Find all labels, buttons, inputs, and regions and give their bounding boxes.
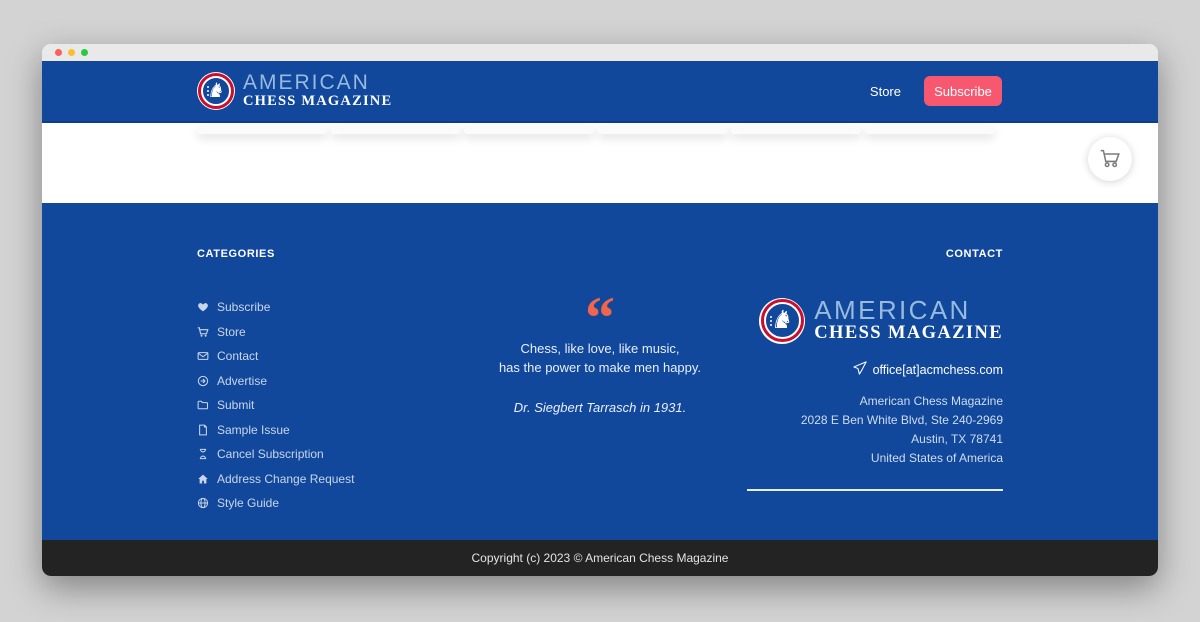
- heart-icon: [197, 301, 209, 313]
- address-line: United States of America: [747, 449, 1003, 468]
- product-card-edge[interactable]: [464, 125, 594, 134]
- contact-heading: CONTACT: [747, 248, 1003, 260]
- send-icon: [853, 361, 867, 378]
- hourglass-icon: [197, 448, 209, 460]
- brand-name-bottom: CHESS MAGAZINE: [243, 93, 392, 110]
- footer-category-label: Store: [217, 325, 246, 339]
- contact-email-link[interactable]: office[at]acmchess.com: [747, 361, 1003, 378]
- categories-column: CATEGORIES Subscribe Store Contact Adver…: [197, 248, 354, 516]
- footer-category-link[interactable]: Sample Issue: [197, 418, 354, 443]
- content-band: [42, 123, 1158, 203]
- close-window-button[interactable]: [55, 49, 62, 56]
- subscribe-button[interactable]: Subscribe: [924, 76, 1002, 106]
- contact-column: CONTACT ♞ AMERICAN CHESS MAGAZINE: [747, 248, 1003, 491]
- brand-name-top: AMERICAN: [814, 297, 1003, 323]
- footer-category-link[interactable]: Style Guide: [197, 491, 354, 516]
- home-icon: [197, 473, 209, 485]
- copyright-text: Copyright (c) 2023 © American Chess Maga…: [472, 551, 729, 565]
- brand-name-bottom: CHESS MAGAZINE: [814, 323, 1003, 344]
- product-card-edge[interactable]: [598, 125, 728, 134]
- shopping-cart-button[interactable]: [1088, 137, 1132, 181]
- minimize-window-button[interactable]: [68, 49, 75, 56]
- browser-window: ♞ AMERICAN CHESS MAGAZINE Store Subscrib…: [42, 44, 1158, 576]
- brand-name-top: AMERICAN: [243, 72, 392, 93]
- window-titlebar: [42, 44, 1158, 61]
- quote-block: “ Chess, like love, like music, has the …: [450, 295, 750, 415]
- footer-category-label: Address Change Request: [217, 472, 354, 486]
- address-line: American Chess Magazine: [747, 392, 1003, 411]
- footer-category-link[interactable]: Submit: [197, 393, 354, 418]
- product-card-edge[interactable]: [331, 125, 461, 134]
- product-card-edge[interactable]: [731, 125, 861, 134]
- site-header: ♞ AMERICAN CHESS MAGAZINE Store Subscrib…: [42, 61, 1158, 123]
- footer-category-label: Sample Issue: [217, 423, 290, 437]
- address-line: Austin, TX 78741: [747, 430, 1003, 449]
- footer-category-label: Submit: [217, 398, 254, 412]
- product-card-edge[interactable]: [865, 125, 995, 134]
- site-footer: CATEGORIES Subscribe Store Contact Adver…: [42, 203, 1158, 540]
- maximize-window-button[interactable]: [81, 49, 88, 56]
- nav-store-link[interactable]: Store: [870, 84, 901, 99]
- footer-category-label: Contact: [217, 349, 258, 363]
- cart-icon: [197, 326, 209, 338]
- footer-logo: ♞ AMERICAN CHESS MAGAZINE: [747, 297, 1003, 344]
- quote-mark-icon: “: [450, 295, 750, 339]
- document-icon: [197, 424, 209, 436]
- footer-category-link[interactable]: Contact: [197, 344, 354, 369]
- footer-category-label: Style Guide: [217, 496, 279, 510]
- footer-category-label: Cancel Subscription: [217, 447, 324, 461]
- header-logo[interactable]: ♞ AMERICAN CHESS MAGAZINE: [197, 72, 392, 110]
- footer-category-link[interactable]: Store: [197, 320, 354, 345]
- quote-line-2: has the power to make men happy.: [450, 358, 750, 377]
- folder-icon: [197, 399, 209, 411]
- shopping-cart-icon: [1099, 147, 1121, 172]
- footer-category-link[interactable]: Advertise: [197, 369, 354, 394]
- logo-knight-icon: ♞: [197, 72, 235, 110]
- arrow-circle-icon: [197, 375, 209, 387]
- categories-heading: CATEGORIES: [197, 248, 354, 260]
- address-line: 2028 E Ben White Blvd, Ste 240-2969: [747, 411, 1003, 430]
- contact-address: American Chess Magazine2028 E Ben White …: [747, 392, 1003, 468]
- envelope-icon: [197, 350, 209, 362]
- contact-email-text: office[at]acmchess.com: [873, 363, 1003, 377]
- footer-category-link[interactable]: Address Change Request: [197, 467, 354, 492]
- footer-category-label: Advertise: [217, 374, 267, 388]
- contact-divider: [747, 489, 1003, 491]
- product-card-edge[interactable]: [197, 125, 327, 134]
- footer-category-label: Subscribe: [217, 300, 270, 314]
- footer-category-link[interactable]: Subscribe: [197, 295, 354, 320]
- copyright-bar: Copyright (c) 2023 © American Chess Maga…: [42, 540, 1158, 576]
- categories-list: Subscribe Store Contact Advertise Submit: [197, 295, 354, 516]
- logo-knight-icon: ♞: [759, 298, 805, 344]
- quote-line-1: Chess, like love, like music,: [450, 339, 750, 358]
- footer-category-link[interactable]: Cancel Subscription: [197, 442, 354, 467]
- globe-icon: [197, 497, 209, 509]
- quote-attribution: Dr. Siegbert Tarrasch in 1931.: [450, 400, 750, 415]
